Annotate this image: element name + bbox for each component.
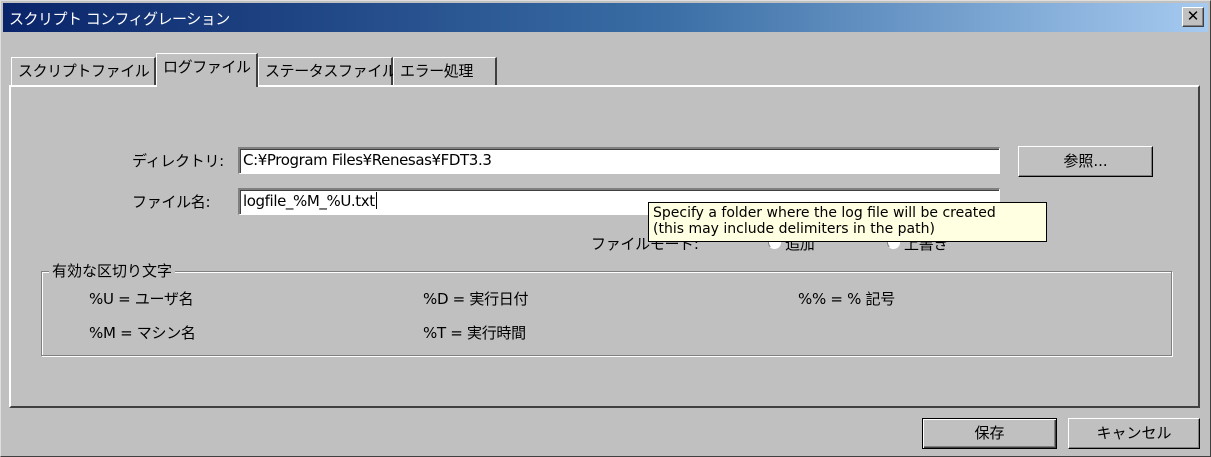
script-configuration-dialog: スクリプト コンフィグレーション ✕ スクリプトファイル ログファイル ステータ… <box>0 0 1211 457</box>
directory-tooltip: Specify a folder where the log file will… <box>648 202 1047 242</box>
delimiter-date: %D = 実行日付 <box>423 290 529 308</box>
browse-button[interactable]: 参照... <box>1018 146 1153 177</box>
tab-status-file[interactable]: ステータスファイル <box>258 57 397 85</box>
browse-button-label: 参照... <box>1063 152 1108 170</box>
delimiters-groupbox <box>41 271 1172 356</box>
delimiter-machine: %M = マシン名 <box>89 324 196 342</box>
delimiter-time: %T = 実行時間 <box>423 324 526 342</box>
dialog-title: スクリプト コンフィグレーション <box>9 10 230 28</box>
directory-value: C:¥Program Files¥Renesas¥FDT3.3 <box>243 151 492 169</box>
close-icon: ✕ <box>1186 7 1200 25</box>
filename-label: ファイル名: <box>132 193 211 211</box>
delimiters-group-title: 有効な区切り文字 <box>49 260 176 281</box>
text-caret <box>375 192 377 209</box>
cancel-button[interactable]: キャンセル <box>1068 418 1200 449</box>
tab-label: ステータスファイル <box>265 62 397 80</box>
filename-value: logfile_%M_%U.txt <box>243 192 375 210</box>
delimiter-user: %U = ユーザ名 <box>89 290 194 308</box>
cancel-button-label: キャンセル <box>1096 424 1172 442</box>
save-button-label: 保存 <box>974 424 1005 442</box>
tab-label: ログファイル <box>163 58 251 76</box>
tooltip-line-2: (this may include delimiters in the path… <box>653 221 935 237</box>
tooltip-line-1: Specify a folder where the log file will… <box>653 205 996 221</box>
tab-label: スクリプトファイル <box>18 62 150 80</box>
tab-log-file[interactable]: ログファイル <box>156 53 258 87</box>
close-button[interactable]: ✕ <box>1182 7 1204 27</box>
directory-input[interactable]: C:¥Program Files¥Renesas¥FDT3.3 <box>238 147 1000 174</box>
title-bar[interactable]: スクリプト コンフィグレーション ✕ <box>3 3 1208 32</box>
delimiter-percent: %% = % 記号 <box>798 290 895 308</box>
save-button[interactable]: 保存 <box>922 418 1057 449</box>
tab-script-file[interactable]: スクリプトファイル <box>11 57 156 85</box>
tab-label: エラー処理 <box>400 62 474 80</box>
tab-error-handling[interactable]: エラー処理 <box>393 57 497 85</box>
directory-label: ディレクトリ: <box>132 152 224 170</box>
